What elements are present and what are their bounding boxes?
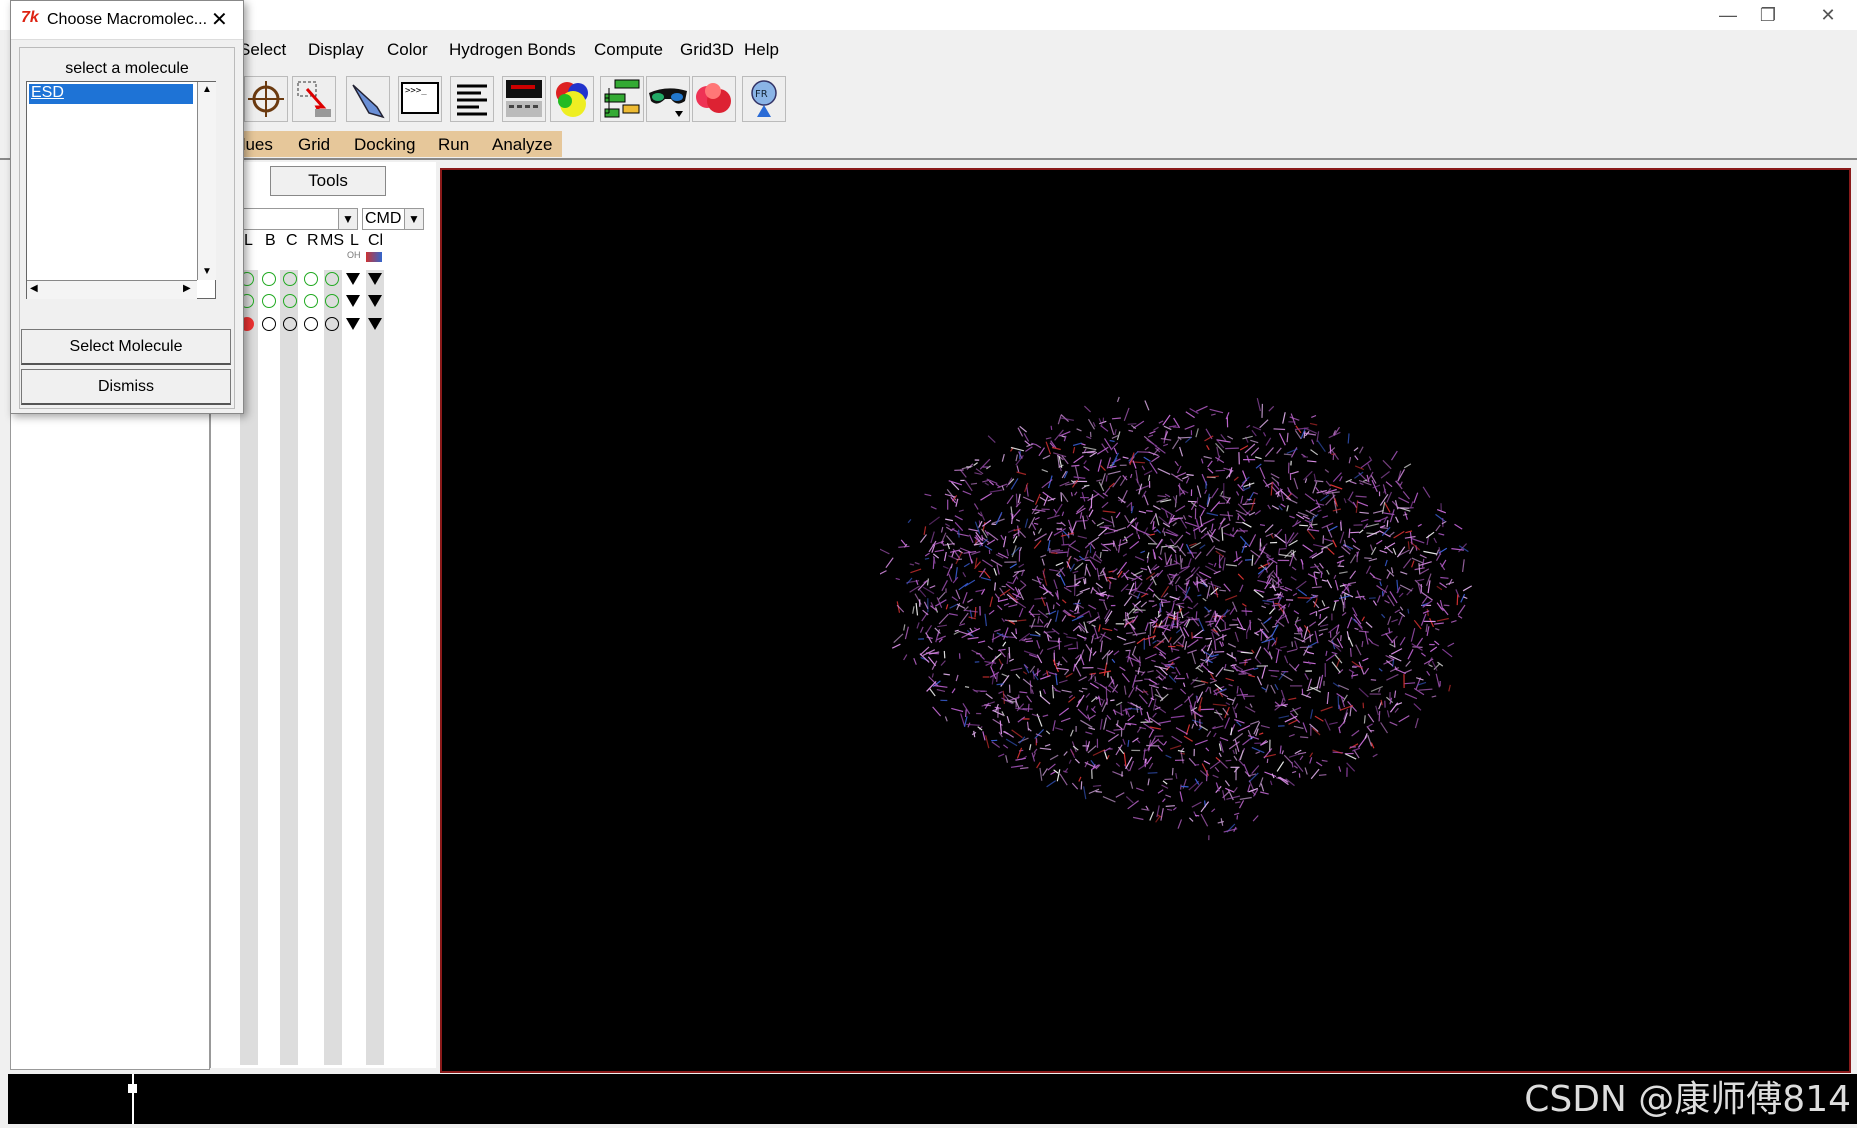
molecule-listbox[interactable]: ESD ▲ ▼ ◀ ▶	[26, 81, 216, 299]
tab-run[interactable]: Run	[438, 135, 469, 155]
dropdown-triangle-icon[interactable]	[368, 295, 382, 307]
select-cursor-icon[interactable]	[292, 76, 336, 122]
toggle-circle[interactable]	[283, 294, 297, 308]
color-legend-icon	[366, 252, 382, 262]
tools-button[interactable]: Tools	[270, 166, 386, 196]
menu-color[interactable]: Color	[387, 40, 428, 60]
dismiss-button[interactable]: Dismiss	[21, 369, 231, 405]
python-shell-icon[interactable]: >>>_	[398, 76, 442, 122]
tab-grid[interactable]: Grid	[298, 135, 330, 155]
close-icon[interactable]: ✕	[211, 7, 228, 32]
svg-text:>>>_: >>>_	[405, 86, 427, 96]
menu-hydrogen-bonds[interactable]: Hydrogen Bonds	[449, 40, 576, 60]
cmd-combo[interactable]: CMD ▼	[362, 208, 424, 230]
tab-analyze[interactable]: Analyze	[492, 135, 552, 155]
column-header: B	[265, 232, 276, 249]
select-molecule-button[interactable]: Select Molecule	[21, 329, 231, 365]
dialog-title-bar: 7k Choose Macromolec... ✕	[11, 1, 243, 40]
tree-hierarchy-icon[interactable]	[600, 76, 644, 122]
column-header: MS	[320, 232, 344, 249]
toolbar: >>>_ FR	[0, 70, 1857, 130]
column-sublabel: OH	[347, 250, 361, 260]
menu-bar: Select Display Color Hydrogen Bonds Comp…	[0, 30, 1857, 71]
scroll-right-icon[interactable]: ▶	[183, 283, 191, 294]
color-balls-icon[interactable]	[550, 76, 594, 122]
column-header: L	[244, 232, 253, 249]
status-slider-handle[interactable]	[128, 1084, 137, 1093]
scroll-left-icon[interactable]: ◀	[30, 283, 38, 294]
menu-display[interactable]: Display	[308, 40, 364, 60]
dropdown-triangle-icon[interactable]	[346, 273, 360, 285]
close-window-button[interactable]: ✕	[1800, 0, 1856, 30]
scroll-down-icon[interactable]: ▼	[202, 266, 212, 277]
selection-combo[interactable]: ▼	[240, 208, 358, 230]
dashboard-column	[366, 270, 384, 1065]
toggle-circle[interactable]	[325, 294, 339, 308]
menu-help[interactable]: Help	[744, 40, 779, 60]
chevron-down-icon[interactable]: ▼	[338, 209, 357, 229]
dialog-title: Choose Macromolec...	[47, 11, 208, 28]
adfr-icon[interactable]: FR	[742, 76, 786, 122]
toggle-circle[interactable]	[325, 317, 339, 331]
protein-molecule-render[interactable]	[880, 370, 1480, 870]
toggle-circle[interactable]	[262, 294, 276, 308]
toggle-circle[interactable]	[262, 317, 276, 331]
dropdown-triangle-icon[interactable]	[368, 318, 382, 330]
tab-strip: dues Grid Docking Run Analyze	[232, 131, 562, 157]
main-title-bar: — ❐ ✕	[0, 0, 1857, 30]
scroll-up-icon[interactable]: ▲	[202, 84, 212, 95]
menu-grid3d[interactable]: Grid3D	[680, 40, 734, 60]
column-header: L	[350, 232, 359, 249]
toggle-circle[interactable]	[262, 272, 276, 286]
dropdown-triangle-icon[interactable]	[346, 295, 360, 307]
svg-text:FR: FR	[755, 89, 768, 100]
dashboard-column	[324, 270, 342, 1065]
toggle-circle[interactable]	[325, 272, 339, 286]
toggle-circle[interactable]	[304, 317, 318, 331]
column-header: R	[307, 232, 319, 249]
tk-app-icon: 7k	[21, 9, 39, 26]
choose-macromolecule-dialog: 7k Choose Macromolec... ✕ select a molec…	[10, 0, 244, 414]
vertical-scrollbar[interactable]: ▲ ▼	[197, 82, 216, 280]
toggle-circle[interactable]	[304, 294, 318, 308]
dropdown-triangle-icon[interactable]	[368, 273, 382, 285]
surface-icon[interactable]	[692, 76, 736, 122]
list-item[interactable]: ESD	[29, 84, 193, 104]
restore-button[interactable]: ❐	[1740, 0, 1796, 30]
display-panel-icon[interactable]	[502, 76, 546, 122]
toggle-circle[interactable]	[283, 317, 297, 331]
crosshair-icon[interactable]	[244, 76, 288, 122]
dialog-prompt: select a molecule	[65, 60, 189, 77]
status-divider	[132, 1074, 134, 1124]
dropdown-triangle-icon[interactable]	[346, 318, 360, 330]
menu-compute[interactable]: Compute	[594, 40, 663, 60]
menu-select[interactable]: Select	[239, 40, 286, 60]
column-header: C	[286, 232, 298, 249]
stereo-glasses-icon[interactable]	[646, 76, 690, 122]
tab-docking[interactable]: Docking	[354, 135, 415, 155]
toggle-circle[interactable]	[283, 272, 297, 286]
cmd-label: CMD	[365, 210, 402, 227]
horizontal-scrollbar[interactable]: ◀ ▶	[27, 280, 197, 299]
chevron-down-icon[interactable]: ▼	[404, 209, 423, 229]
toggle-circle[interactable]	[304, 272, 318, 286]
pointer-hand-icon[interactable]	[346, 76, 390, 122]
text-align-icon[interactable]	[450, 76, 494, 122]
dashboard-column	[280, 270, 298, 1065]
column-header: Cl	[368, 232, 384, 249]
watermark: CSDN @康师傅814	[1524, 1079, 1851, 1120]
